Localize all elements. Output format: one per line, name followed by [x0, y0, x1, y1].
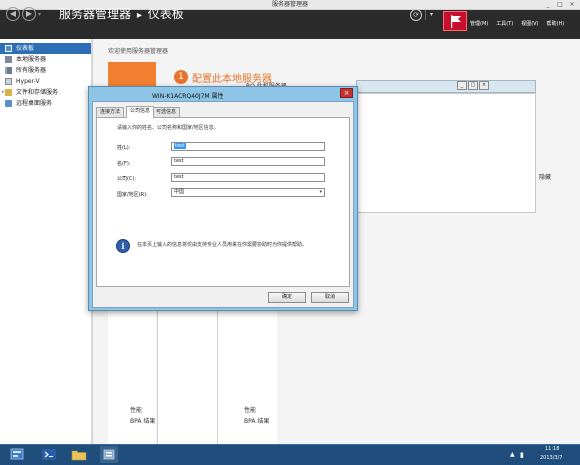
instruction-text: 请输入你的姓名、公司名称和国家/地区信息。 — [117, 125, 219, 131]
forward-button[interactable]: ▶ — [22, 7, 36, 21]
folder-icon — [71, 450, 87, 461]
first-name-field[interactable]: test — [171, 157, 325, 166]
tile-bpa-results[interactable]: BPA 结果 — [130, 416, 155, 427]
powershell-icon — [42, 449, 56, 460]
menu-manage[interactable]: 管理(M) — [470, 20, 488, 27]
quickstart-step-number: 1 — [174, 70, 188, 84]
refresh-icon[interactable]: ⟳ — [410, 9, 422, 21]
dialog-close-button[interactable]: × — [340, 88, 353, 98]
close-button[interactable]: × — [567, 1, 577, 9]
sidebar-item-remote-desktop[interactable]: 远程桌面服务 — [0, 98, 91, 109]
file-explorer-button[interactable] — [70, 446, 88, 463]
menu-help[interactable]: 帮助(H) — [547, 20, 565, 27]
tile-performance[interactable]: 性能 — [130, 405, 142, 416]
server-app-button[interactable] — [100, 446, 118, 463]
tab-company-info[interactable]: 公司信息 — [126, 106, 155, 118]
privacy-info-text: 在本页上输入的信息将仅由支持专业人员用来在你需要协助时为你提供帮助。 — [137, 242, 308, 248]
window-controls: _ □ × — [543, 1, 577, 9]
maximize-button[interactable]: □ — [468, 81, 478, 90]
header-divider — [425, 10, 426, 20]
sidebar-item-label: Hyper-V — [16, 78, 40, 85]
menu-bar: 管理(M) 工具(T) 视图(V) 帮助(H) — [470, 20, 564, 27]
dashboard-icon — [5, 45, 12, 52]
background-dialog-titlebar — [356, 80, 536, 93]
company-field[interactable]: test — [171, 173, 325, 182]
sidebar-item-label: 远程桌面服务 — [16, 100, 53, 107]
company-label: 公司(C): — [117, 176, 137, 182]
storage-icon — [5, 89, 12, 96]
clock-date[interactable]: 2013/3/7 — [540, 455, 562, 461]
hyperv-icon — [5, 78, 12, 85]
role-tile-1 — [157, 300, 217, 444]
breadcrumb-app[interactable]: 服务器管理器 — [59, 7, 131, 21]
start-button[interactable] — [8, 446, 26, 463]
clock-time[interactable]: 11:18 — [545, 446, 559, 452]
last-name-value: test — [174, 143, 186, 149]
tile-performance[interactable]: 性能 — [244, 405, 256, 416]
country-label: 国家/地区(R): — [117, 192, 148, 198]
forward-arrow-icon: ▶ — [25, 9, 33, 18]
ok-button[interactable]: 确定 — [268, 292, 306, 303]
powershell-button[interactable] — [40, 446, 58, 463]
network-icon[interactable]: ▮ — [520, 451, 524, 459]
servers-icon — [5, 67, 12, 74]
info-icon: i — [116, 239, 130, 253]
breadcrumb-page: 仪表板 — [147, 7, 184, 21]
sidebar-item-label: 仪表板 — [16, 45, 35, 52]
back-button[interactable]: ◀ — [6, 7, 20, 21]
close-button[interactable]: × — [479, 81, 489, 90]
maximize-button[interactable]: □ — [555, 1, 565, 9]
tab-optional-info[interactable]: 可选信息 — [152, 107, 181, 117]
menu-view[interactable]: 视图(V) — [521, 20, 538, 27]
hide-link[interactable]: 隐藏 — [539, 172, 551, 181]
country-value: 中国 — [174, 189, 185, 195]
chevron-down-icon: ▾ — [319, 189, 322, 195]
dialog-title: WIN-K1ACRQ40J7M 属性 — [152, 93, 224, 100]
sidebar-item-file-storage[interactable]: ▸ 文件和存储服务 — [0, 87, 91, 98]
first-name-label: 名(F): — [117, 161, 131, 167]
last-name-field[interactable]: test — [171, 142, 325, 151]
sidebar-item-all-servers[interactable]: 所有服务器 — [0, 65, 91, 76]
remote-desktop-icon — [5, 100, 12, 107]
welcome-heading: 欢迎使用服务器管理器 — [108, 48, 169, 55]
server-icon — [5, 56, 12, 63]
background-dialog-controls: _ □ × — [457, 81, 489, 90]
tile-bpa-results[interactable]: BPA 结果 — [244, 416, 269, 427]
notifications-flag-button[interactable] — [443, 11, 467, 31]
flag-icon — [451, 15, 461, 28]
breadcrumb-separator: ▸ — [136, 10, 142, 21]
sidebar-item-label: 文件和存储服务 — [16, 89, 59, 96]
country-select[interactable]: 中国 ▾ — [171, 188, 325, 197]
minimize-button[interactable]: _ — [543, 1, 553, 9]
background-dialog-panel — [356, 93, 536, 213]
menu-tools[interactable]: 工具(T) — [496, 20, 513, 27]
sidebar-item-label: 本地服务器 — [16, 56, 47, 63]
sidebar-item-local-server[interactable]: 本地服务器 — [0, 54, 91, 65]
back-arrow-icon: ◀ — [9, 9, 17, 18]
sidebar-item-label: 所有服务器 — [16, 67, 47, 74]
tray-overflow-icon[interactable]: ▲ — [510, 451, 515, 458]
refresh-dropdown-icon[interactable]: ▾ — [430, 11, 433, 18]
minimize-button[interactable]: _ — [457, 81, 467, 90]
history-dropdown-icon[interactable]: ▾ — [38, 11, 41, 18]
sidebar-item-dashboard[interactable]: 仪表板 — [0, 43, 91, 54]
server-manager-taskbar-icon — [10, 448, 24, 460]
tab-connection-method[interactable]: 连接方法 — [96, 107, 125, 117]
server-app-icon — [103, 449, 115, 460]
last-name-label: 姓(L): — [117, 145, 131, 151]
sidebar-item-hyperv[interactable]: Hyper-V — [0, 76, 91, 87]
sidebar: 仪表板 本地服务器 所有服务器 Hyper-V ▸ 文件和存储服务 远程桌面服务 — [0, 39, 92, 444]
cancel-button[interactable]: 取消 — [311, 292, 349, 303]
breadcrumb: 服务器管理器 ▸ 仪表板 — [59, 7, 184, 23]
